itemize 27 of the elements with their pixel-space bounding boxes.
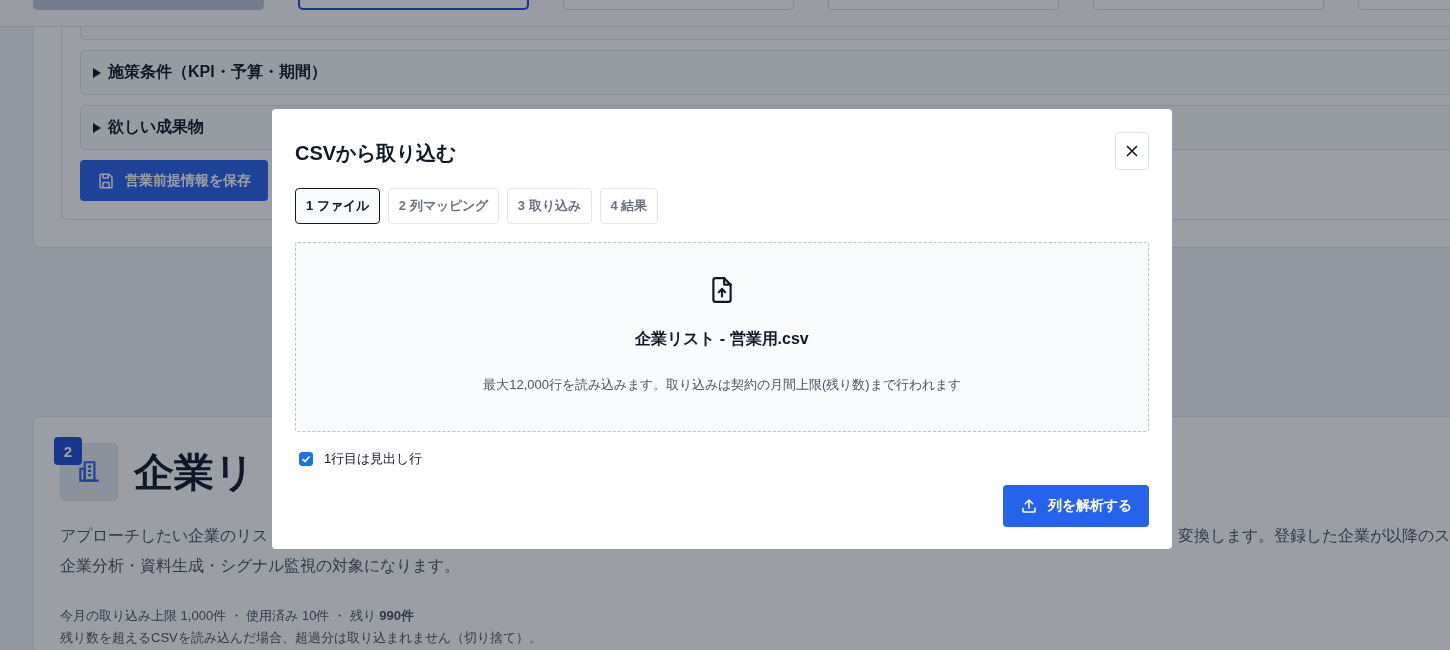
description-text: 変換します。登録した企業が以降のス bbox=[1178, 526, 1450, 546]
dialog-title: CSVから取り込む bbox=[295, 141, 457, 166]
quota-note: 残り数を超えるCSVを読み込んだ場合、超過分は取り込まれません（切り捨て）。 bbox=[60, 629, 543, 647]
step-tab[interactable]: 4 結果 bbox=[599, 188, 659, 224]
accordion-row[interactable]: 施策条件（KPI・予算・期間） bbox=[80, 50, 1450, 95]
header-checkbox[interactable] bbox=[299, 452, 313, 466]
upload-hint: 最大12,000行を読み込みます。取り込みは契約の月間上限(残り数)まで行われます bbox=[483, 376, 961, 394]
step-card[interactable] bbox=[298, 0, 529, 10]
step-tab[interactable]: 1 ファイル bbox=[295, 188, 380, 224]
save-button[interactable]: 営業前提情報を保存 bbox=[80, 160, 268, 201]
close-button[interactable] bbox=[1115, 132, 1149, 170]
drop-zone[interactable]: 企業リスト - 営業用.csv 最大12,000行を読み込みます。取り込みは契約の月間上限(残り数)まで行われます bbox=[295, 242, 1149, 432]
close-icon bbox=[1125, 144, 1139, 158]
step-badge: 2 bbox=[54, 437, 82, 465]
step-tab[interactable]: 2 列マッピング bbox=[387, 188, 499, 224]
analyze-button[interactable]: 列を解析する bbox=[1003, 485, 1149, 527]
description-text: 企業分析・資料生成・シグナル監視の対象になります。 bbox=[60, 556, 460, 576]
step-tab[interactable]: 3 取り込み bbox=[506, 188, 592, 224]
quota-text: 今月の取り込み上限 1,000件 ・ 使用済み 10件 ・ 残り 990件 bbox=[60, 607, 415, 625]
section-heading: 企業リ bbox=[134, 448, 255, 496]
save-icon bbox=[97, 171, 115, 190]
description-text: アプローチしたい企業のリス bbox=[60, 526, 268, 546]
checkbox-label: 1行目は見出し行 bbox=[324, 450, 423, 468]
upload-icon bbox=[1020, 497, 1038, 515]
file-name: 企業リスト - 営業用.csv bbox=[635, 329, 809, 349]
file-upload-icon bbox=[709, 276, 735, 304]
check-icon bbox=[301, 454, 311, 464]
